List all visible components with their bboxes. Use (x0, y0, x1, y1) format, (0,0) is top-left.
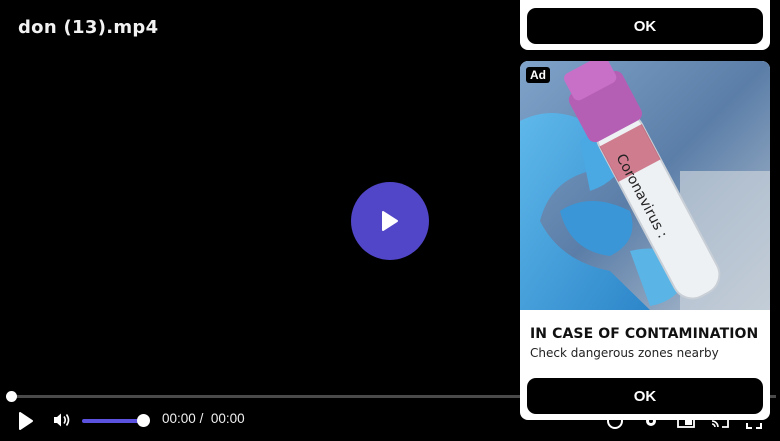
top-ad-card: OK (520, 0, 770, 50)
ad-badge: Ad (526, 67, 550, 83)
mute-button[interactable] (53, 412, 71, 432)
ad-image[interactable]: Coronavirus : (520, 61, 770, 310)
seek-handle[interactable] (6, 391, 17, 402)
duration: 00:00 (210, 411, 245, 426)
volume-handle[interactable] (137, 414, 150, 427)
ad-card[interactable]: Coronavirus : Ad IN CASE OF CONTAMINATIO… (520, 61, 770, 420)
play-icon (382, 211, 398, 231)
play-icon (19, 412, 33, 430)
ad-headline: IN CASE OF CONTAMINATION (530, 326, 759, 342)
video-title: don (13).mp4 (18, 17, 159, 38)
top-ok-button[interactable]: OK (527, 8, 763, 44)
volume-slider[interactable] (82, 419, 144, 423)
current-time: 00:00 (162, 411, 196, 426)
ad-description: Check dangerous zones nearby (530, 346, 719, 360)
ad-ok-button[interactable]: OK (527, 378, 763, 414)
time-display: 00:00 / 00:00 (162, 411, 245, 426)
play-button[interactable] (17, 411, 35, 435)
big-play-button[interactable] (351, 182, 429, 260)
time-separator: / (199, 411, 204, 426)
volume-icon (54, 413, 70, 427)
